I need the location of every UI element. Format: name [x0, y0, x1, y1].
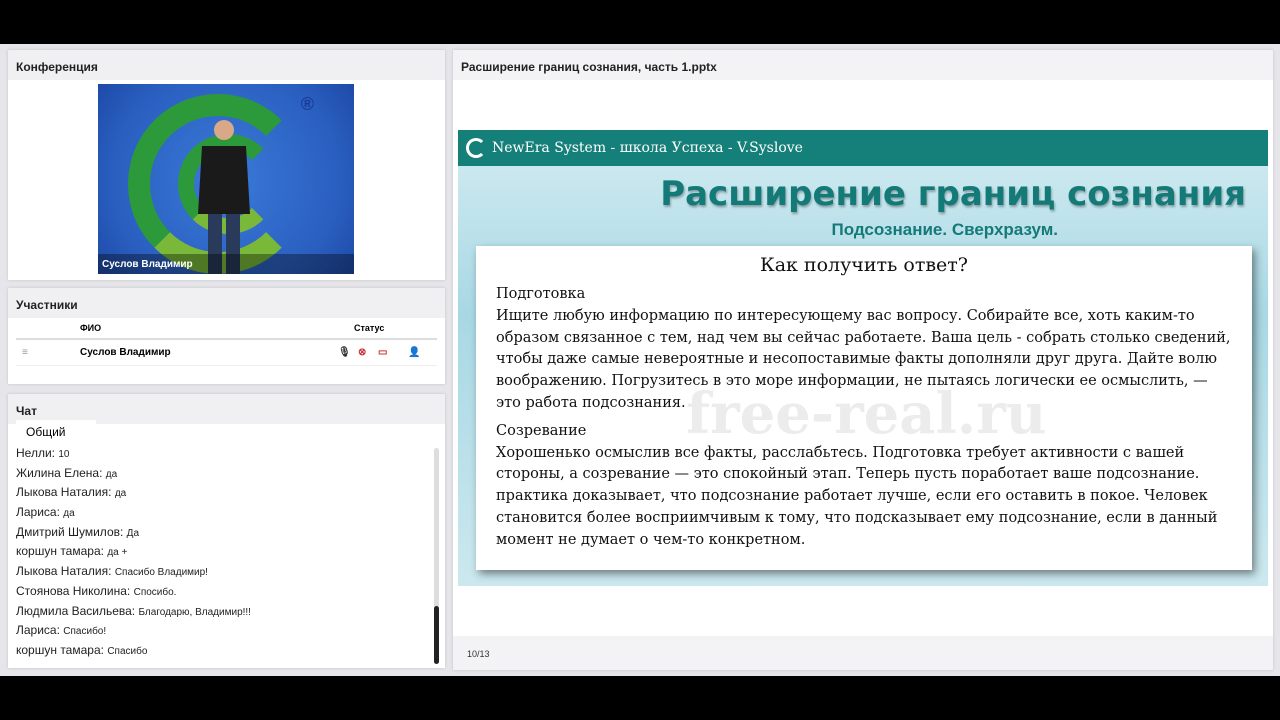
message-author: Стоянова Николина:: [16, 583, 131, 598]
message-author: Нелли:: [16, 446, 55, 460]
message-text: 10: [58, 449, 70, 460]
section-heading: Подготовка: [496, 286, 586, 302]
chat-message: Лариса: да: [16, 503, 431, 523]
message-author: Людмила Васильева:: [16, 603, 136, 618]
participants-panel: Участники ФИО Статус ≡ Суслов Владимир 🎙…: [8, 288, 445, 384]
microphone-icon[interactable]: 🎙: [338, 347, 358, 358]
video-feed[interactable]: ® Суслов Владимир: [98, 84, 354, 274]
camera-off-icon[interactable]: ⊗: [358, 347, 378, 358]
message-text: да: [114, 488, 127, 500]
video-label: Суслов Владимир: [98, 254, 354, 274]
watermark: free-real.ru: [686, 381, 1047, 447]
message-text: да +: [107, 547, 128, 559]
conference-title: Конференция: [8, 50, 445, 80]
presenter-figure: [198, 120, 250, 274]
message-author: Лариса:: [16, 623, 60, 638]
col-name: ФИО: [80, 323, 102, 333]
presentation-title: Расширение границ сознания, часть 1.pptx: [453, 50, 1273, 80]
chat-message: Лыкова Наталия: да: [16, 483, 431, 503]
scrollbar-thumb[interactable]: [434, 606, 439, 664]
chat-message: Людмила Васильева: Благодарю, Владимир!!…: [16, 602, 431, 622]
message-author: Лыкова Наталия:: [16, 564, 112, 579]
chat-message: Нелли: 10: [16, 444, 431, 464]
slide-title: Расширение границ сознания: [660, 174, 1246, 214]
message-text: Спасибо Владимир!: [114, 567, 208, 579]
message-text: Да: [126, 527, 140, 539]
chat-message: коршун тамара: Спасибо: [16, 641, 431, 661]
slide-question: Как получить ответ?: [759, 254, 968, 276]
tab-general[interactable]: Общий: [16, 420, 96, 442]
conference-panel: Конференция ® Суслов Владимир: [8, 50, 445, 280]
participants-title: Участники: [8, 288, 445, 318]
message-author: Лыкова Наталия:: [16, 485, 112, 500]
screen-off-icon[interactable]: ▭: [378, 347, 408, 358]
message-text: да: [63, 508, 75, 520]
chat-message: Лыкова Наталия: Спасибо Владимир!: [16, 562, 431, 582]
message-text: Спосибо.: [133, 586, 177, 598]
newera-logo-icon: [466, 138, 486, 158]
chat-panel: Чат Общий Нелли: 10 Жилина Елена: да Лыков…: [8, 394, 445, 668]
page-counter: 10/13: [453, 636, 1273, 670]
message-author: коршун тамара:: [16, 642, 104, 657]
col-status: Статус: [354, 323, 385, 333]
participant-row[interactable]: ≡ Суслов Владимир 🎙 ⊗ ▭ 👤: [16, 340, 437, 366]
registered-mark: ®: [300, 94, 314, 114]
slide-subtitle: Подсознание. Сверхразум.: [831, 220, 1058, 239]
chat-message: коршун тамара: да +: [16, 542, 431, 562]
participant-name: Суслов Владимир: [80, 347, 171, 358]
app: Конференция ® Суслов Владимир Участники …: [0, 44, 1280, 676]
chat-message: Стоянова Николина: Спосибо.: [16, 582, 431, 602]
message-text: да: [105, 468, 118, 480]
slide-header: NewEra System - школа Успеха - V.Syslove: [458, 130, 1268, 166]
message-text: Спасибо: [107, 645, 148, 657]
user-avatar-icon: 👤: [408, 347, 421, 358]
slide-header-text: NewEra System - школа Успеха - V.Syslove: [492, 140, 803, 156]
chat-message: Жилина Елена: да: [16, 464, 431, 484]
presentation-panel: Расширение границ сознания, часть 1.pptx…: [453, 50, 1273, 670]
slide-card: Как получить ответ? Подготовка Ищите люб…: [476, 246, 1252, 570]
chat-messages: Нелли: 10 Жилина Елена: да Лыкова Наталия:…: [16, 444, 431, 666]
message-author: Лариса:: [16, 505, 60, 520]
chat-scrollbar[interactable]: [434, 448, 439, 664]
chat-message: Дмитрий Шумилов: Да: [16, 523, 431, 543]
message-author: Дмитрий Шумилов:: [16, 524, 124, 539]
message-author: коршун тамара:: [16, 544, 104, 559]
message-text: Благодарю, Владимир!!!: [138, 606, 251, 618]
slide: NewEra System - школа Успеха - V.Syslove…: [458, 130, 1268, 586]
section-body: Хорошенько осмыслив все факты, расслабьт…: [496, 444, 1218, 548]
chat-message: Лариса: Спасибо!: [16, 621, 431, 641]
message-author: Жилина Елена:: [16, 465, 103, 480]
menu-icon[interactable]: ≡: [16, 347, 80, 358]
message-text: Спасибо!: [63, 626, 107, 638]
participants-header: ФИО Статус: [16, 318, 437, 340]
